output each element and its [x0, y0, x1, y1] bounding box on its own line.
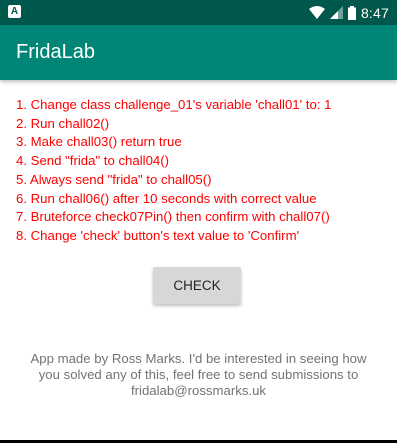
footer-line: you solved any of this, feel free to sen…: [38, 367, 359, 382]
app-screen: A 8:47 FridaLab 1. Change class challeng…: [0, 0, 397, 443]
challenge-list: 1. Change class challenge_01's variable …: [16, 96, 386, 246]
footer-line: fridalab@rossmarks.uk: [130, 383, 267, 398]
challenge-item: 6. Run chall06() after 10 seconds with c…: [16, 190, 317, 206]
cell-signal-icon: [329, 6, 343, 19]
status-icons: 8:47: [308, 0, 389, 25]
challenge-item: 5. Always send "frida" to chall05(): [16, 171, 212, 187]
challenge-item: 7. Bruteforce check07Pin() then confirm …: [16, 209, 330, 225]
challenge-item: 8. Change 'check' button's text value to…: [16, 227, 300, 243]
status-bar: A 8:47: [0, 0, 397, 25]
footer-line: App made by Ross Marks. I'd be intereste…: [30, 351, 367, 366]
check-button[interactable]: CHECK: [153, 267, 241, 304]
app-title: FridaLab: [16, 41, 95, 63]
app-notification-icon: A: [8, 5, 21, 18]
status-time: 8:47: [360, 4, 389, 21]
challenge-item: 2. Run chall02(): [16, 115, 110, 131]
challenge-item: 1. Change class challenge_01's variable …: [16, 97, 332, 112]
battery-icon: [347, 5, 356, 20]
challenge-item: 4. Send "frida" to chall04(): [16, 153, 170, 169]
challenge-item: 3. Make chall03() return true: [16, 134, 182, 150]
app-bar: FridaLab: [0, 25, 397, 80]
footer-credits: App made by Ross Marks. I'd be intereste…: [20, 351, 377, 399]
wifi-icon: [308, 6, 325, 19]
